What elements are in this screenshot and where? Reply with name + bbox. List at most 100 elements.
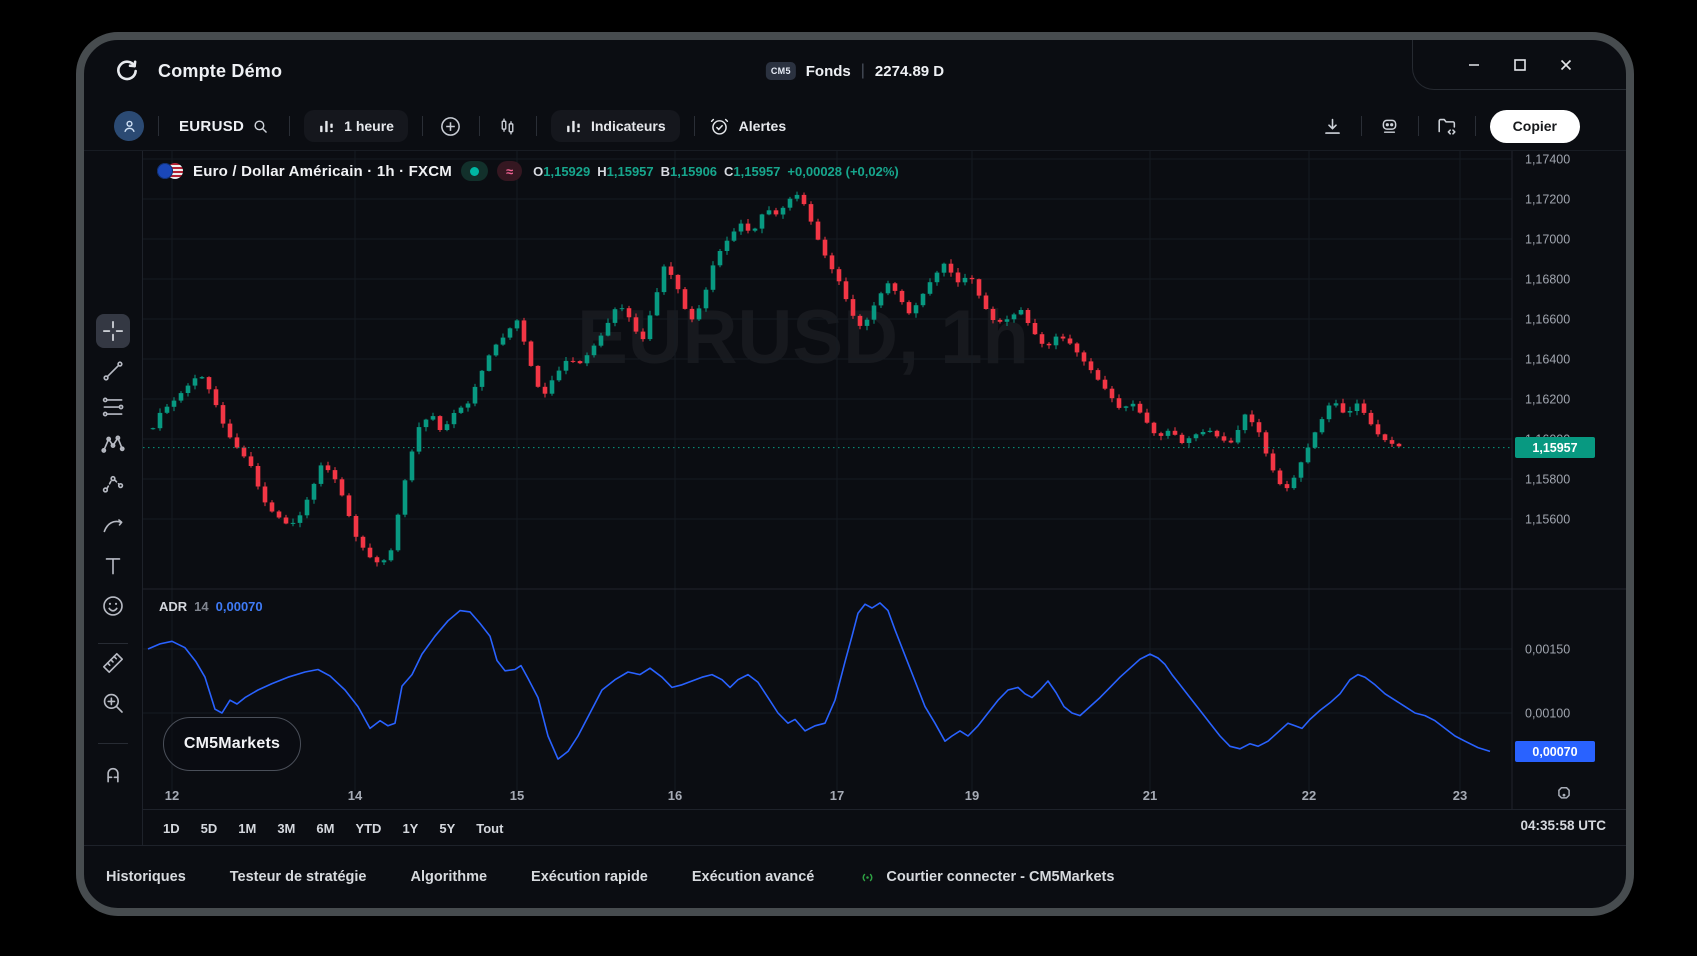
toolbar-divider	[1418, 116, 1419, 136]
compare-candles-icon[interactable]	[494, 112, 522, 140]
range-button-1y[interactable]: 1Y	[402, 821, 418, 836]
title-bar: Compte Démo CM5 Fonds | 2274.89 D	[84, 40, 1626, 102]
minimize-icon[interactable]	[1463, 54, 1485, 76]
low-value: 1,15906	[670, 164, 717, 179]
alarm-check-icon	[709, 116, 730, 137]
range-button-1d[interactable]: 1D	[163, 821, 180, 836]
footer-item[interactable]: Algorithme	[411, 869, 488, 885]
rail-divider	[98, 643, 128, 644]
svg-text:15: 15	[510, 788, 524, 803]
range-button-3m[interactable]: 3M	[277, 821, 295, 836]
svg-text:21: 21	[1143, 788, 1157, 803]
axis-settings-gear-icon[interactable]	[1552, 781, 1576, 805]
brush-tool[interactable]	[96, 509, 130, 543]
brush-icon	[100, 513, 126, 539]
chart-region: EURUSD, 1h1,174001,172001,170001,168001,…	[84, 150, 1626, 845]
market-status-icon	[461, 161, 488, 181]
range-selector-row: 1D 5D 1M 3M 6M YTD 1Y 5Y Tout	[143, 809, 1626, 846]
ohlc-values: O1,15929 H1,15957 B1,15906 C1,15957 +0,0…	[533, 164, 899, 179]
range-button-ytd[interactable]: YTD	[355, 821, 381, 836]
funds-separator: |	[861, 62, 865, 80]
indicators-button[interactable]: Indicateurs	[551, 110, 680, 142]
svg-text:1,16200: 1,16200	[1525, 393, 1570, 407]
range-button-5y[interactable]: 5Y	[439, 821, 455, 836]
range-button-tout[interactable]: Tout	[476, 821, 503, 836]
zoom-in-tool[interactable]	[96, 686, 130, 720]
legend-title: Euro / Dollar Américain · 1h · FXCM	[193, 163, 452, 180]
high-value: 1,15957	[607, 164, 654, 179]
last-price-badge: 1,15957	[1515, 437, 1595, 458]
chart-area: EURUSD, 1h1,174001,172001,170001,168001,…	[143, 151, 1626, 845]
broker-connection-status[interactable]: Courtier connecter - CM5Markets	[858, 868, 1114, 887]
indicator-legend[interactable]: ADR 14 0,00070	[159, 599, 263, 614]
broadcast-icon	[858, 868, 877, 887]
range-button-5d[interactable]: 5D	[201, 821, 218, 836]
trend-line-tool[interactable]	[96, 354, 130, 388]
xabcd-pattern-tool[interactable]	[96, 428, 130, 462]
svg-text:1,17400: 1,17400	[1525, 153, 1570, 167]
footer-item[interactable]: Exécution rapide	[531, 869, 648, 885]
bars-icon	[565, 118, 582, 135]
svg-text:1,15600: 1,15600	[1525, 513, 1570, 527]
crosshair-icon	[100, 318, 126, 344]
toolbar-divider	[422, 116, 423, 136]
eurusd-flags-icon	[157, 162, 184, 180]
svg-text:1,15800: 1,15800	[1525, 473, 1570, 487]
window-controls	[1412, 40, 1626, 90]
copy-button[interactable]: Copier	[1490, 110, 1580, 143]
ruler-tool[interactable]	[96, 646, 130, 680]
account-title: Compte Démo	[158, 61, 282, 82]
indicator-length: 14	[194, 599, 208, 614]
range-button-6m[interactable]: 6M	[316, 821, 334, 836]
symbol-search-button[interactable]: EURUSD	[173, 114, 275, 139]
forecast-icon	[100, 471, 126, 497]
fib-lines-icon	[100, 394, 126, 420]
cm5-badge: CM5	[766, 62, 796, 80]
magnet-tool[interactable]	[96, 756, 130, 790]
download-icon[interactable]	[1319, 112, 1347, 140]
funds-value: 2274.89 D	[875, 63, 944, 80]
zoom-in-icon	[100, 690, 126, 716]
svg-text:1,16800: 1,16800	[1525, 273, 1570, 287]
maximize-icon[interactable]	[1509, 54, 1531, 76]
svg-text:1,16600: 1,16600	[1525, 313, 1570, 327]
text-tool-tool[interactable]	[96, 549, 130, 583]
svg-text:23: 23	[1453, 788, 1467, 803]
emoji-tool[interactable]	[96, 589, 130, 623]
range-button-1m[interactable]: 1M	[238, 821, 256, 836]
delayed-data-icon: ≈	[497, 161, 522, 181]
crosshair-tool[interactable]	[96, 314, 130, 348]
interval-button[interactable]: 1 heure	[304, 110, 408, 142]
footer-item[interactable]: Historiques	[106, 869, 186, 885]
chart-toolbar: EURUSD 1 heure	[84, 102, 1626, 150]
toolbar-divider	[694, 116, 695, 136]
svg-text:22: 22	[1302, 788, 1316, 803]
footer-item[interactable]: Testeur de stratégie	[230, 869, 367, 885]
xabcd-pattern-icon	[100, 432, 126, 458]
indicator-value: 0,00070	[216, 599, 263, 614]
toolbar-divider	[1361, 116, 1362, 136]
alerts-button[interactable]: Alertes	[709, 116, 786, 137]
candles	[143, 192, 1512, 760]
footer-item[interactable]: Exécution avancé	[692, 869, 815, 885]
time-axis[interactable]: 121415161719212223	[165, 788, 1467, 803]
text-tool-icon	[100, 553, 126, 579]
close-icon[interactable]	[1555, 54, 1577, 76]
svg-text:19: 19	[965, 788, 979, 803]
layouts-folder-icon[interactable]	[1433, 112, 1461, 140]
symbol-legend[interactable]: Euro / Dollar Américain · 1h · FXCM ≈ O1…	[157, 161, 899, 181]
forecast-tool[interactable]	[96, 467, 130, 501]
clock-utc[interactable]: 04:35:58 UTC	[1520, 818, 1606, 833]
user-avatar[interactable]	[114, 111, 144, 141]
robot-icon[interactable]	[1376, 112, 1404, 140]
eu-flag-icon	[157, 163, 173, 179]
magnet-icon	[100, 760, 126, 786]
toolbar-divider	[1475, 116, 1476, 136]
emoji-icon	[100, 593, 126, 619]
chart-canvas[interactable]: EURUSD, 1h1,174001,172001,170001,168001,…	[143, 151, 1626, 846]
add-symbol-icon[interactable]	[437, 112, 465, 140]
toolbar-divider	[536, 116, 537, 136]
fib-lines-tool[interactable]	[96, 390, 130, 424]
toolbar-divider	[479, 116, 480, 136]
toolbar-divider	[289, 116, 290, 136]
